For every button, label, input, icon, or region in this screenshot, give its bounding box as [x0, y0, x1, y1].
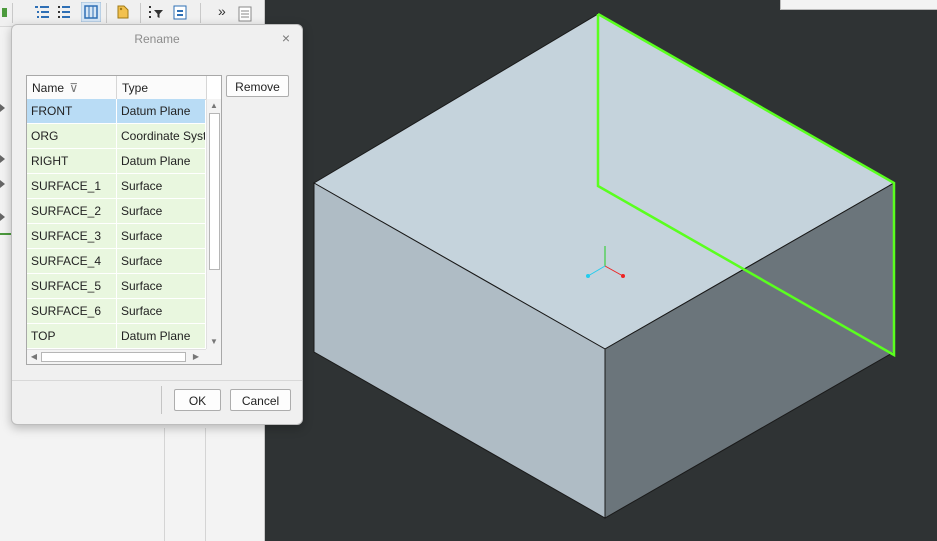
row-name-cell[interactable]: ORG — [27, 124, 117, 148]
table-body: FRONT Datum Plane ORG Coordinate Syst RIGHT D… — [27, 99, 205, 349]
row-type-cell: Surface — [121, 254, 163, 268]
table-row[interactable]: SURFACE_3 Surface — [27, 224, 205, 249]
table-row[interactable]: SURFACE_2 Surface — [27, 199, 205, 224]
filter-icon[interactable]: ⊽ — [69, 81, 78, 95]
column-header-name-label: Name — [32, 81, 65, 95]
row-type-cell: Surface — [121, 279, 163, 293]
row-name-cell[interactable]: SURFACE_5 — [27, 274, 117, 298]
rename-table: Name ⊽ Type FRONT Datum Plane ORG Coordinat… — [26, 75, 222, 365]
table-header: Name ⊽ Type — [27, 76, 207, 100]
scroll-corner — [206, 349, 221, 364]
scroll-right-icon[interactable]: ▶ — [189, 350, 203, 364]
dialog-title: Rename — [134, 32, 180, 46]
scroll-up-icon[interactable]: ▲ — [207, 99, 221, 113]
ok-button[interactable]: OK — [174, 389, 221, 411]
table-row[interactable]: TOP Datum Plane — [27, 324, 205, 349]
row-name-cell[interactable]: FRONT — [27, 99, 117, 123]
row-name-cell[interactable]: SURFACE_2 — [27, 199, 117, 223]
vertical-scrollbar[interactable]: ▲ ▼ — [206, 99, 221, 349]
table-row[interactable]: RIGHT Datum Plane — [27, 149, 205, 174]
row-name-cell[interactable]: TOP — [27, 324, 117, 348]
table-row[interactable]: ORG Coordinate Syst — [27, 124, 205, 149]
row-type-cell: Surface — [121, 304, 163, 318]
scroll-thumb[interactable] — [41, 352, 186, 362]
column-header-name[interactable]: Name ⊽ — [27, 76, 117, 99]
row-name-cell[interactable]: SURFACE_1 — [27, 174, 117, 198]
row-name-cell[interactable]: SURFACE_4 — [27, 249, 117, 273]
scroll-thumb[interactable] — [209, 113, 220, 270]
column-header-type[interactable]: Type — [117, 76, 207, 99]
row-name-cell[interactable]: SURFACE_6 — [27, 299, 117, 323]
close-icon[interactable]: × — [279, 31, 293, 45]
horizontal-scrollbar[interactable]: ◀ ▶ — [27, 349, 206, 364]
table-row[interactable]: SURFACE_4 Surface — [27, 249, 205, 274]
table-row[interactable]: SURFACE_6 Surface — [27, 299, 205, 324]
scroll-down-icon[interactable]: ▼ — [207, 335, 221, 349]
row-name-cell[interactable]: RIGHT — [27, 149, 117, 173]
remove-button[interactable]: Remove — [226, 75, 289, 97]
table-row[interactable]: SURFACE_1 Surface — [27, 174, 205, 199]
rename-dialog: Rename × Name ⊽ Type FRONT Datum Plane ORG… — [11, 24, 303, 425]
table-row[interactable]: FRONT Datum Plane — [27, 99, 205, 124]
row-type-cell: Datum Plane — [121, 104, 191, 118]
row-name-cell[interactable]: SURFACE_3 — [27, 224, 117, 248]
row-type-cell: Surface — [121, 229, 163, 243]
row-type-cell: Surface — [121, 204, 163, 218]
cancel-button[interactable]: Cancel — [230, 389, 291, 411]
table-row[interactable]: SURFACE_5 Surface — [27, 274, 205, 299]
row-type-cell: Datum Plane — [121, 154, 191, 168]
footer-divider — [12, 380, 302, 381]
scroll-left-icon[interactable]: ◀ — [27, 350, 41, 364]
row-type-cell: Coordinate Syst — [121, 129, 205, 143]
button-separator — [161, 386, 162, 414]
row-type-cell: Datum Plane — [121, 329, 191, 343]
row-type-cell: Surface — [121, 179, 163, 193]
